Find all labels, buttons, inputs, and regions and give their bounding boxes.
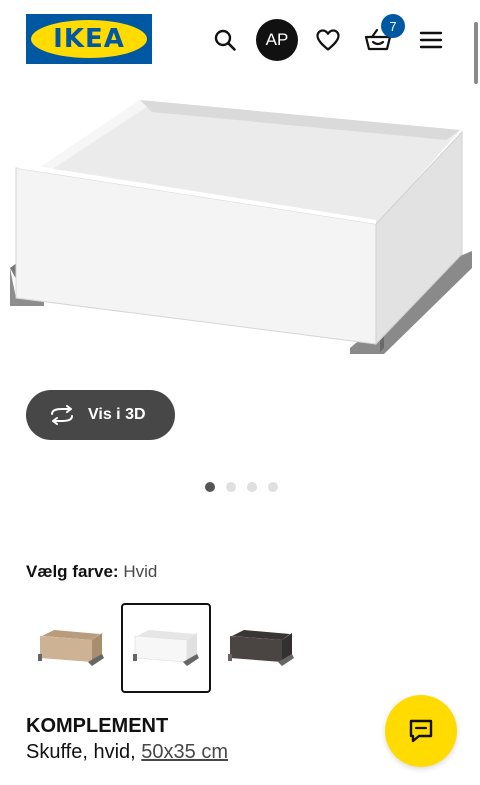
- search-button[interactable]: [204, 19, 246, 61]
- product-description-text: Skuffe, hvid,: [26, 741, 136, 763]
- view-in-3d-button[interactable]: Vis i 3D: [26, 390, 175, 440]
- ikea-logo[interactable]: IKEA: [26, 14, 152, 64]
- drawer-thumbnail-beige: [38, 630, 104, 666]
- carousel-dot[interactable]: [247, 482, 257, 492]
- menu-button[interactable]: [410, 19, 452, 61]
- cart-count-badge: 7: [381, 14, 405, 38]
- product-description: Skuffe, hvid, 50x35 cm: [26, 741, 228, 764]
- product-name: KOMPLEMENT: [26, 715, 169, 737]
- rotate-3d-icon: [51, 405, 73, 425]
- chat-button[interactable]: [385, 695, 457, 767]
- carousel-indicator: [205, 482, 278, 492]
- drawer-thumbnail-dark-brown: [228, 630, 294, 666]
- favourites-button[interactable]: [307, 19, 349, 61]
- drawer-thumbnail-white: [133, 630, 199, 666]
- color-option-dark-brown[interactable]: [216, 603, 306, 693]
- selected-color-value: Hvid: [123, 562, 158, 581]
- carousel-dot[interactable]: [226, 482, 236, 492]
- chat-icon: [409, 719, 433, 743]
- scrollbar[interactable]: [474, 22, 478, 84]
- header: IKEA AP 7: [0, 0, 480, 80]
- carousel-dot[interactable]: [268, 482, 278, 492]
- product-size-link[interactable]: 50x35 cm: [141, 741, 228, 763]
- product-image[interactable]: [0, 86, 480, 366]
- view-in-3d-label: Vis i 3D: [88, 406, 146, 423]
- heart-icon: [316, 29, 340, 51]
- color-selector-heading: Vælg farve: Hvid: [26, 562, 157, 582]
- search-icon: [214, 29, 236, 51]
- avatar[interactable]: AP: [256, 19, 298, 61]
- color-label: Vælg farve:: [26, 562, 119, 581]
- menu-icon: [419, 31, 443, 49]
- logo-text: IKEA: [53, 24, 125, 54]
- color-option-beige[interactable]: [26, 603, 116, 693]
- carousel-dot[interactable]: [205, 482, 215, 492]
- color-option-white[interactable]: [121, 603, 211, 693]
